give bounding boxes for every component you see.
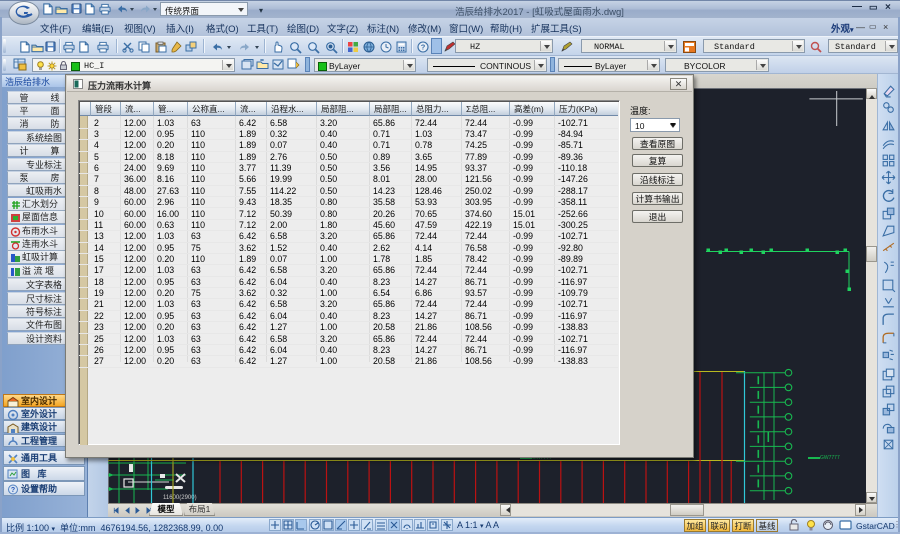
svg-text:?: ? [11,487,15,494]
svg-text:?: ? [421,43,426,52]
svg-text:GW7777: GW7777 [820,455,840,461]
svg-text:11600(2900): 11600(2900) [163,495,197,501]
